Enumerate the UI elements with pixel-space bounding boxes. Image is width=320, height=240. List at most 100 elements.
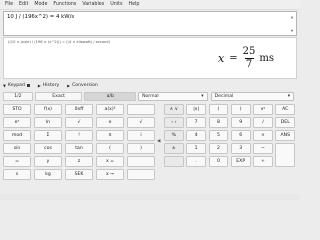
key-sqrt[interactable]: √ xyxy=(65,117,93,128)
result-display: ((10 × joule) / (196 × (x^2))) = ((4 × k… xyxy=(3,37,297,79)
menu-help[interactable]: Help xyxy=(129,2,140,7)
menu-file[interactable]: File xyxy=(5,2,13,7)
result-value: x = 25 7 ms xyxy=(218,46,274,70)
key-8[interactable]: 8 xyxy=(208,117,229,128)
key-close-paren-2[interactable]: ) xyxy=(230,104,251,115)
key-equals[interactable]: = xyxy=(3,156,31,167)
key-hex[interactable]: 0xff xyxy=(65,104,93,115)
key-exp[interactable]: eˣ xyxy=(3,117,31,128)
bottom-border xyxy=(0,194,300,200)
format-select-value: Normal xyxy=(142,94,159,99)
key-abs[interactable]: |x| xyxy=(186,104,206,115)
tab-keypad[interactable]: ▼ Keypad xyxy=(3,83,30,88)
chevron-down-icon: ▼ xyxy=(290,29,294,33)
result-unit: ms xyxy=(259,52,274,64)
key-ans[interactable]: ANS xyxy=(275,130,296,141)
keypad-toolbar: 1/2 Exact a/b Normal ▾ Decimal ▾ xyxy=(3,91,297,102)
key-minus[interactable]: − xyxy=(253,143,273,154)
mode-toggle-button[interactable]: 1/2 xyxy=(3,92,33,101)
menu-edit[interactable]: Edit xyxy=(19,2,28,7)
key-plus[interactable]: + xyxy=(253,156,273,167)
key-multiply[interactable]: × xyxy=(253,130,273,141)
tab-keypad-label: Keypad xyxy=(7,83,25,88)
menu-mode[interactable]: Mode xyxy=(34,2,47,7)
expression-input[interactable]: 10 J / (196x^2) = 4 kW/s ▲ ▼ xyxy=(3,11,297,36)
key-convert[interactable]: x → xyxy=(96,169,124,180)
result-equals: = xyxy=(229,52,238,64)
key-exp-notation[interactable]: EXP xyxy=(230,156,251,167)
tab-conversion[interactable]: ▶ Conversion xyxy=(67,83,98,88)
key-currency[interactable]: SEK xyxy=(65,169,93,180)
key-7[interactable]: 7 xyxy=(186,117,206,128)
key-cos[interactable]: cos xyxy=(34,143,62,154)
key-0[interactable]: 0 xyxy=(208,156,229,167)
key-del[interactable]: DEL xyxy=(275,117,296,128)
menu-bar: File Edit Mode Functions Variables Units… xyxy=(0,0,300,10)
key-blank-2[interactable] xyxy=(127,156,155,167)
key-open-paren-2[interactable]: ( xyxy=(208,104,229,115)
key-sto[interactable]: STO xyxy=(3,104,31,115)
key-decimal[interactable]: . xyxy=(186,156,206,167)
key-kilogram[interactable]: kg xyxy=(34,169,62,180)
key-square[interactable]: a(x)² xyxy=(96,104,124,115)
key-tan[interactable]: tan xyxy=(65,143,93,154)
key-root[interactable]: √ xyxy=(127,117,155,128)
key-ln[interactable]: ln xyxy=(34,117,62,128)
key-close-paren[interactable]: ) xyxy=(127,143,155,154)
input-resize-handle[interactable]: ▲ ▼ xyxy=(290,15,294,33)
key-x-assign[interactable]: x = xyxy=(96,156,124,167)
key-percent[interactable]: % xyxy=(164,130,184,141)
key-mod[interactable]: mod xyxy=(3,130,31,141)
key-5[interactable]: 5 xyxy=(208,130,229,141)
key-function[interactable]: f(x) xyxy=(34,104,62,115)
exact-button[interactable]: Exact xyxy=(34,92,83,101)
key-6[interactable]: 6 xyxy=(230,130,251,141)
chevron-left-icon[interactable]: ◀ xyxy=(157,139,160,144)
key-4[interactable]: 4 xyxy=(186,130,206,141)
key-sin[interactable]: sin xyxy=(3,143,31,154)
fraction-denominator: 7 xyxy=(245,59,253,70)
key-imaginary[interactable]: i xyxy=(127,130,155,141)
base-select-value: Decimal xyxy=(214,94,234,99)
key-second[interactable]: s xyxy=(3,169,31,180)
tab-history-label: History xyxy=(42,83,60,88)
key-factorial[interactable]: ! xyxy=(65,130,93,141)
key-e[interactable]: e xyxy=(96,117,124,128)
fraction-button[interactable]: a/b xyxy=(84,92,137,101)
key-3[interactable]: 3 xyxy=(230,143,251,154)
key-divide[interactable]: / xyxy=(253,117,273,128)
function-keypad: STO f(x) 0xff a(x)² eˣ ln √ e √ mod Σ ! … xyxy=(3,104,155,180)
numeric-keypad: ∧ ∨ |x| ( ) xʸ AC ‹ › 7 8 9 / DEL % 4 5 … xyxy=(164,104,297,167)
lock-icon xyxy=(26,84,30,87)
key-compare[interactable]: ‹ › xyxy=(164,117,184,128)
key-blank-3[interactable] xyxy=(127,169,155,180)
key-2[interactable]: 2 xyxy=(208,143,229,154)
key-logic[interactable]: ∧ ∨ xyxy=(164,104,184,115)
key-plus-minus[interactable]: ± xyxy=(164,143,184,154)
key-y[interactable]: y xyxy=(34,156,62,167)
expand-down-icon: ▼ xyxy=(3,83,6,88)
key-open-paren[interactable]: ( xyxy=(96,143,124,154)
fraction-numerator: 25 xyxy=(242,46,256,57)
chevron-down-icon: ▾ xyxy=(201,94,204,99)
tab-conversion-label: Conversion xyxy=(72,83,98,88)
key-9[interactable]: 9 xyxy=(230,117,251,128)
key-blank-4[interactable] xyxy=(164,156,184,167)
base-select[interactable]: Decimal ▾ xyxy=(210,92,295,101)
key-ac[interactable]: AC xyxy=(275,104,296,115)
key-equals-main[interactable] xyxy=(275,143,296,167)
key-pi[interactable]: π xyxy=(96,130,124,141)
menu-variables[interactable]: Variables xyxy=(82,2,104,7)
expand-right-icon: ▶ xyxy=(37,83,41,88)
key-z[interactable]: z xyxy=(65,156,93,167)
key-sum[interactable]: Σ xyxy=(34,130,62,141)
menu-units[interactable]: Units xyxy=(110,2,122,7)
tab-history[interactable]: ▶ History xyxy=(38,83,59,88)
chevron-down-icon: ▾ xyxy=(287,94,291,99)
key-blank-1[interactable] xyxy=(127,104,155,115)
key-1[interactable]: 1 xyxy=(186,143,206,154)
result-variable: x xyxy=(218,51,225,65)
key-power[interactable]: xʸ xyxy=(253,104,273,115)
menu-functions[interactable]: Functions xyxy=(53,2,76,7)
format-select[interactable]: Normal ▾ xyxy=(138,92,208,101)
